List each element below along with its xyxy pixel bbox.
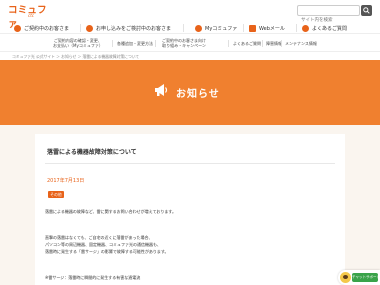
nav-item-label: ご契約中のお客さま bbox=[24, 25, 70, 32]
subnav-divider bbox=[228, 40, 229, 47]
article-paragraph: ※雷サージ：落雷時に瞬間的に発生する有害な過電流 bbox=[45, 275, 141, 280]
chat-support-widget[interactable]: チャットサポート bbox=[338, 270, 380, 285]
page-title: お知らせ bbox=[176, 89, 220, 100]
nav-item-my-commufa[interactable]: Myコミュファ bbox=[195, 22, 237, 34]
nav-item-label: Webメール bbox=[259, 25, 285, 32]
article-paragraph: パソコン等の周辺機器、固定機器、コミュファ光の通信機器も、 bbox=[45, 242, 161, 247]
article-title: 落雷による機器故障対策について bbox=[47, 149, 137, 156]
megaphone-icon bbox=[155, 84, 168, 96]
subnav-divider bbox=[112, 40, 113, 47]
nav-item-faq[interactable]: よくあるご質問 bbox=[302, 22, 347, 34]
subnav-item-campaign[interactable]: ご契約中のお客さま向け 取り組み・キャンペーン bbox=[162, 38, 206, 48]
user-plus-icon bbox=[86, 24, 93, 32]
chat-support-label: チャットサポート bbox=[352, 273, 380, 282]
heart-icon bbox=[195, 24, 202, 32]
nav-item-label: お申し込みをご検討中のお客さま bbox=[96, 25, 172, 32]
site-header: コミュファ ctc bbox=[0, 0, 380, 30]
main-content: 落雷による機器故障対策について 2017年7月13日 その他 落雷による機器の故… bbox=[0, 125, 380, 285]
subnav-item-line1: よくあるご質問 bbox=[233, 41, 261, 46]
site-logo[interactable]: コミュファ ctc bbox=[8, 2, 52, 30]
user-icon bbox=[14, 24, 21, 32]
question-icon bbox=[302, 24, 309, 32]
nav-divider bbox=[243, 24, 244, 32]
subnav-item-changes[interactable]: 各種追加・変更方法 bbox=[117, 41, 153, 46]
subnav-item-outage[interactable]: 障害情報 bbox=[266, 41, 282, 46]
subnav-item-line1: 障害情報 bbox=[266, 41, 282, 46]
subnav-item-maintenance[interactable]: メンテナンス情報 bbox=[285, 41, 317, 46]
subnav-item-line2: お支払い（Myコミュファ） bbox=[53, 43, 103, 48]
mail-icon bbox=[249, 24, 256, 32]
category-badge: その他 bbox=[48, 191, 64, 198]
subnav-item-line2: 取り組み・キャンペーン bbox=[162, 43, 206, 48]
subnav-divider bbox=[262, 40, 263, 47]
nav-item-label: Myコミュファ bbox=[205, 25, 238, 32]
mascot-icon bbox=[340, 272, 351, 283]
nav-item-label: よくあるご質問 bbox=[312, 25, 348, 32]
subnav-item-line1: 各種追加・変更方法 bbox=[117, 41, 153, 46]
search-icon bbox=[363, 7, 370, 14]
nav-divider bbox=[183, 24, 184, 32]
nav-item-current-customers[interactable]: ご契約中のお客さま bbox=[14, 22, 69, 34]
article-date: 2017年7月13日 bbox=[47, 178, 85, 184]
nav-item-prospective-customers[interactable]: お申し込みをご検討中のお客さま bbox=[86, 22, 171, 34]
subnav-item-line1: メンテナンス情報 bbox=[285, 41, 317, 46]
subnav-item-contract[interactable]: ご契約内容の確認・変更、 お支払い（Myコミュファ） bbox=[53, 38, 103, 48]
search-box bbox=[297, 5, 360, 25]
main-nav: ご契約中のお客さま お申し込みをご検討中のお客さま Myコミュファ Webメール… bbox=[0, 22, 380, 34]
article-card: 落雷による機器故障対策について 2017年7月13日 その他 落雷による機器の故… bbox=[35, 134, 345, 285]
article-paragraph: 落雷時に発生する「雷サージ」の影響で故障する可能性があります。 bbox=[45, 249, 169, 254]
subnav-divider bbox=[155, 40, 156, 47]
nav-divider bbox=[296, 24, 297, 32]
sub-nav: ご契約内容の確認・変更、 お支払い（Myコミュファ） 各種追加・変更方法 ご契約… bbox=[0, 35, 380, 52]
nav-divider bbox=[80, 24, 81, 32]
search-button[interactable] bbox=[361, 5, 372, 16]
logo-sub-text: ctc bbox=[28, 13, 34, 18]
nav-item-webmail[interactable]: Webメール bbox=[249, 22, 285, 34]
subnav-divider bbox=[281, 40, 282, 47]
article-paragraph: 落雷による機器の故障など、雷に関するお問い合わせが増えております。 bbox=[45, 209, 176, 214]
article-paragraph: 直撃の落雷はなくても、ご自宅の近くに落雷があった場合、 bbox=[45, 235, 153, 240]
page-banner: お知らせ bbox=[0, 60, 380, 125]
divider bbox=[45, 163, 335, 164]
subnav-item-faq[interactable]: よくあるご質問 bbox=[233, 41, 261, 46]
